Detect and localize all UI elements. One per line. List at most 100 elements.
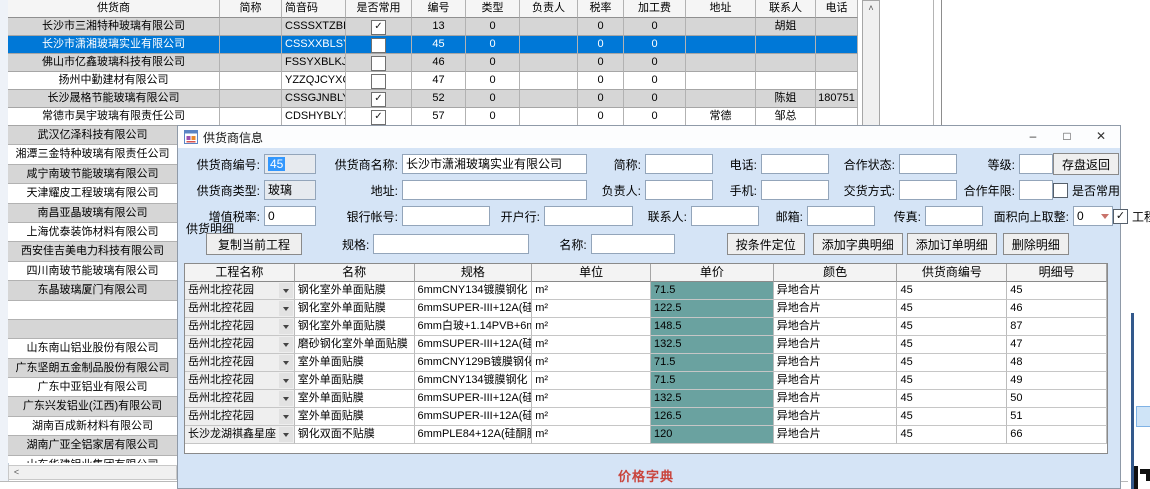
spec-filter-input[interactable]: [373, 234, 529, 254]
address-field[interactable]: [402, 180, 587, 200]
project-combo[interactable]: 岳州北控花园: [185, 372, 295, 390]
bank-field[interactable]: [402, 206, 490, 226]
column-header-no[interactable]: 编号: [412, 0, 466, 18]
column-header-code[interactable]: 简音码: [282, 0, 346, 18]
list-item[interactable]: 湘潭三金特种玻璃有限责任公司: [8, 145, 177, 164]
detail-row[interactable]: 岳州北控花园 室外单面贴膜 6mmSUPER-III+12A(硅... m² 1…: [185, 408, 1107, 426]
common-checkbox[interactable]: ✓: [371, 20, 386, 35]
coop-years-field[interactable]: [1019, 180, 1053, 200]
copy-project-button[interactable]: 复制当前工程: [206, 233, 302, 255]
delivery-field[interactable]: [899, 180, 957, 200]
fax-field[interactable]: [925, 206, 983, 226]
email-field[interactable]: [807, 206, 875, 226]
column-header-address[interactable]: 地址: [686, 0, 756, 18]
common-checkbox[interactable]: ✓: [371, 110, 386, 125]
detail-row[interactable]: 长沙龙湖祺鑫星座 钢化双面不贴膜 6mmPLE84+12A(硅酮胶... m² …: [185, 426, 1107, 444]
list-item[interactable]: 四川南玻节能玻璃有限公司: [8, 262, 177, 281]
common-checkbox[interactable]: [371, 74, 386, 89]
chevron-down-icon[interactable]: [279, 391, 293, 406]
add-dict-detail-button[interactable]: 添加字典明细: [813, 233, 903, 255]
list-item[interactable]: 南昌亚晶玻璃有限公司: [8, 204, 177, 223]
minimize-button[interactable]: –: [1016, 126, 1050, 148]
is-common-checkbox[interactable]: 是否常用: [1053, 182, 1120, 199]
vertical-scrollbar[interactable]: ˄: [862, 0, 880, 126]
branch-field[interactable]: [544, 206, 633, 226]
dialog-titlebar[interactable]: 供货商信息 – □ ✕: [178, 126, 1120, 148]
project-combo[interactable]: 长沙龙湖祺鑫星座: [185, 426, 295, 444]
list-item[interactable]: 山东南山铝业股份有限公司: [8, 339, 177, 358]
list-item[interactable]: 咸宁南玻节能玻璃有限公司: [8, 165, 177, 184]
maximize-button[interactable]: □: [1050, 126, 1084, 148]
common-checkbox[interactable]: [371, 38, 386, 53]
list-item[interactable]: 广东兴发铝业(江西)有限公司: [8, 397, 177, 416]
project-combo[interactable]: 岳州北控花园: [185, 390, 295, 408]
chevron-down-icon[interactable]: [279, 337, 293, 352]
table-row[interactable]: 常德市昊宇玻璃有限责任公司 CDSHYBLYX ✓ 57 0 0 0 常德 邹总: [8, 108, 862, 126]
coop-status-field[interactable]: [899, 154, 957, 174]
common-checkbox[interactable]: ✓: [371, 92, 386, 107]
name-filter-input[interactable]: [591, 234, 675, 254]
column-header-color[interactable]: 颜色: [774, 264, 898, 282]
table-row[interactable]: 长沙晟格节能玻璃有限公司 CSSGJNBLYXGS ✓ 52 0 0 0 陈姐 …: [8, 90, 862, 108]
list-item[interactable]: 山东华建铝业集团有限公司: [8, 456, 177, 463]
detail-row[interactable]: 岳州北控花园 室外单面贴膜 6mmCNY129B镀膜钢化 m² 71.5 异地合…: [185, 354, 1107, 372]
chevron-down-icon[interactable]: [279, 409, 293, 424]
column-header-contact[interactable]: 联系人: [756, 0, 816, 18]
project-combo[interactable]: 岳州北控花园: [185, 354, 295, 372]
column-header-supplier-no[interactable]: 供货商编号: [897, 264, 1007, 282]
phone-field[interactable]: [761, 154, 829, 174]
horizontal-scrollbar[interactable]: ˂: [8, 465, 177, 480]
list-item[interactable]: 东晶玻璃厦门有限公司: [8, 281, 177, 300]
chevron-down-icon[interactable]: [279, 373, 293, 388]
list-item[interactable]: 天津耀皮工程玻璃有限公司: [8, 184, 177, 203]
detail-row[interactable]: 岳州北控花园 室外单面贴膜 6mmCNY134镀膜钢化 m² 71.5 异地合片…: [185, 372, 1107, 390]
detail-row[interactable]: 岳州北控花园 室外单面贴膜 6mmSUPER-III+12A(硅... m² 1…: [185, 390, 1107, 408]
column-header-tax[interactable]: 税率: [578, 0, 624, 18]
scroll-left-icon[interactable]: ˂: [9, 466, 24, 479]
project-combo[interactable]: 岳州北控花园: [185, 318, 295, 336]
vat-field[interactable]: 0: [264, 206, 316, 226]
project-bind-checkbox[interactable]: ✓ 工程绑定: [1113, 208, 1150, 225]
save-return-button[interactable]: 存盘返回: [1053, 153, 1119, 175]
list-item[interactable]: 湖南百成新材料有限公司: [8, 417, 177, 436]
detail-row[interactable]: 岳州北控花园 钢化室外单面贴膜 6mmCNY134镀膜钢化 m² 71.5 异地…: [185, 282, 1107, 300]
project-combo[interactable]: 岳州北控花园: [185, 300, 295, 318]
project-combo[interactable]: 岳州北控花园: [185, 282, 295, 300]
column-header-common[interactable]: 是否常用: [346, 0, 412, 18]
detail-row[interactable]: 岳州北控花园 磨砂钢化室外单面贴膜 6mmSUPER-III+12A(硅... …: [185, 336, 1107, 354]
table-row[interactable]: 长沙市三湘特种玻璃有限公司 CSSSXTZBL.. ✓ 13 0 0 0 胡姐: [8, 18, 862, 36]
supplier-type-field[interactable]: 玻璃: [264, 180, 316, 200]
locate-by-condition-button[interactable]: 按条件定位: [727, 233, 805, 255]
abbr-field[interactable]: [645, 154, 713, 174]
list-item[interactable]: [8, 301, 177, 320]
list-item[interactable]: 西安佳吉美电力科技有限公司: [8, 242, 177, 261]
close-button[interactable]: ✕: [1084, 126, 1118, 148]
project-combo[interactable]: 岳州北控花园: [185, 408, 295, 426]
list-item[interactable]: 上海优泰装饰材料有限公司: [8, 223, 177, 242]
chevron-down-icon[interactable]: [279, 301, 293, 316]
column-header-manager[interactable]: 负责人: [520, 0, 578, 18]
manager-field[interactable]: [645, 180, 713, 200]
chevron-down-icon[interactable]: [279, 355, 293, 370]
column-header-price[interactable]: 单价: [651, 264, 774, 282]
mobile-field[interactable]: [761, 180, 829, 200]
column-header-unit[interactable]: 单位: [532, 264, 651, 282]
detail-row[interactable]: 岳州北控花园 钢化室外单面贴膜 6mm白玻+1.14PVB+6mm... m² …: [185, 318, 1107, 336]
supplier-no-field[interactable]: 45: [264, 154, 316, 174]
column-header-project[interactable]: 工程名称: [185, 264, 295, 282]
contact-field[interactable]: [691, 206, 759, 226]
table-row[interactable]: 佛山市亿鑫玻璃科技有限公司 FSSYXBLKJ.. 46 0 0 0: [8, 54, 862, 72]
area-roundup-combo[interactable]: 0: [1073, 206, 1113, 226]
chevron-down-icon[interactable]: [279, 283, 293, 298]
list-item[interactable]: 武汉亿泽科技有限公司: [8, 126, 177, 145]
table-row[interactable]: 扬州中勤建材有限公司 YZZQJCYXGS 47 0 0 0: [8, 72, 862, 90]
chevron-down-icon[interactable]: [279, 427, 293, 442]
common-checkbox[interactable]: [371, 56, 386, 71]
scroll-up-icon[interactable]: ˄: [863, 1, 879, 17]
table-row-selected[interactable]: 长沙市潇湘玻璃实业有限公司 CSSXXBLSY.. 45 0 0 0: [8, 36, 862, 54]
delete-detail-button[interactable]: 删除明细: [1003, 233, 1069, 255]
list-item[interactable]: 广东坚朗五金制品股份有限公司: [8, 359, 177, 378]
column-header-type[interactable]: 类型: [466, 0, 520, 18]
chevron-down-icon[interactable]: [279, 319, 293, 334]
column-header-fee[interactable]: 加工费: [624, 0, 686, 18]
